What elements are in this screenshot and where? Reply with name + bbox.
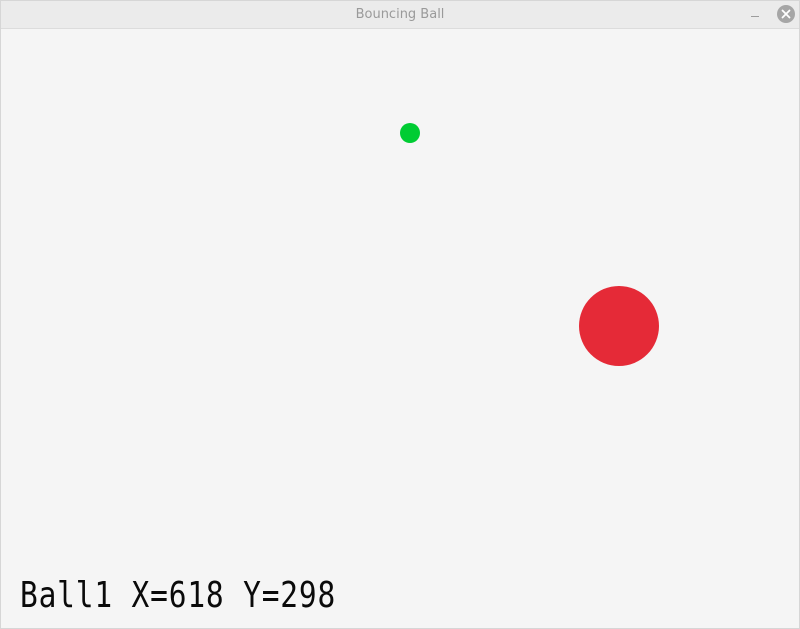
minimize-button[interactable] (749, 6, 763, 22)
close-icon (781, 9, 791, 19)
app-window: Bouncing Ball Ball1 X=618 Y=298 (0, 0, 800, 629)
window-title: Bouncing Ball (355, 7, 445, 22)
close-button[interactable] (777, 5, 795, 23)
ball-green (400, 123, 420, 143)
minimize-icon (751, 16, 759, 17)
ball-red (579, 286, 659, 366)
game-canvas[interactable]: Ball1 X=618 Y=298 (1, 29, 799, 628)
ball-position-readout: Ball1 X=618 Y=298 (20, 575, 337, 616)
titlebar[interactable]: Bouncing Ball (1, 1, 799, 29)
